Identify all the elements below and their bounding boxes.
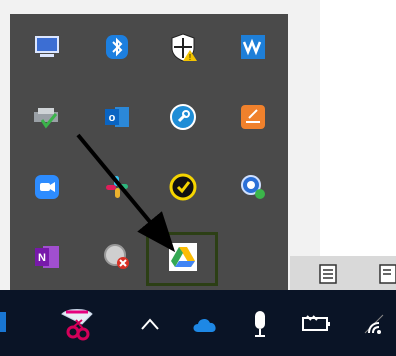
- wifi-icon[interactable]: [362, 312, 386, 336]
- chevron-up-icon[interactable]: [138, 312, 162, 336]
- taskbar: [0, 290, 396, 356]
- microphone-icon[interactable]: [250, 308, 270, 340]
- battery-icon[interactable]: [300, 312, 332, 334]
- snipping-tool-icon[interactable]: [56, 304, 100, 344]
- windows-start-icon[interactable]: [0, 304, 10, 340]
- onedrive-icon[interactable]: [190, 312, 220, 336]
